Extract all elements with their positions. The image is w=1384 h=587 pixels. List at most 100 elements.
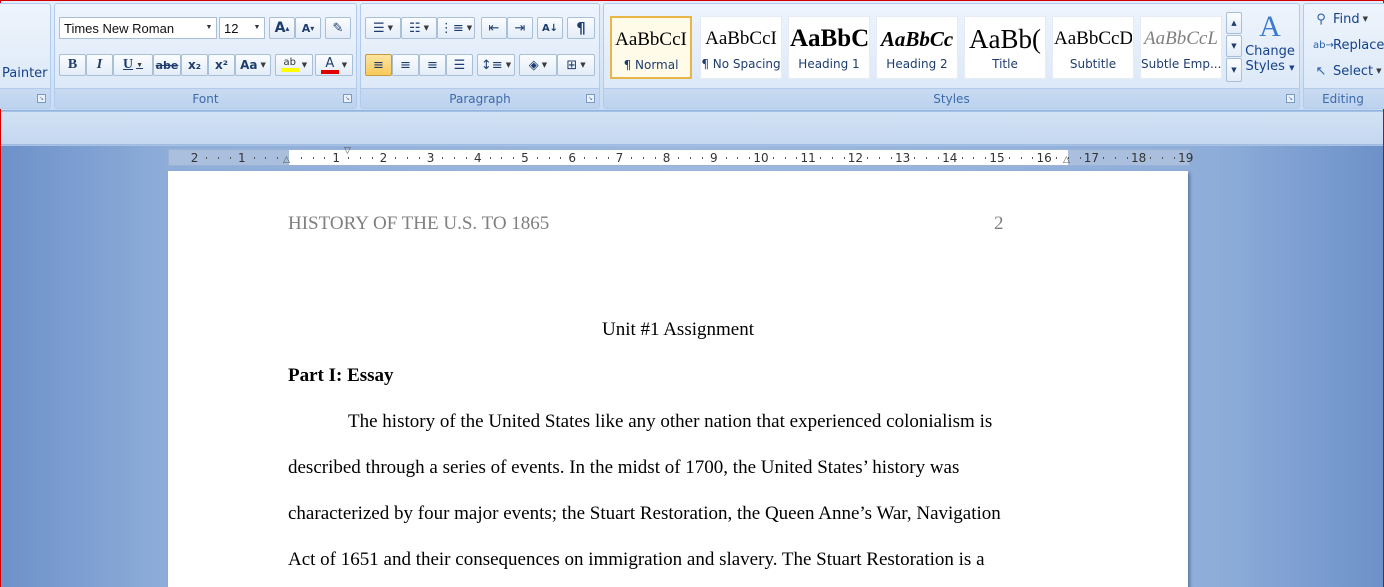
multilevel-list-icon: ⋮≡ [439,20,464,36]
ribbon-bottom-strip [1,112,1383,145]
ruler-tick [312,157,314,159]
font-size-combo[interactable]: 12 ▼ [219,17,265,39]
show-hide-marks-button[interactable]: ¶ [567,17,595,39]
justify-icon: ☰ [453,57,466,73]
font-group: Times New Roman ▼ 12 ▼ A ▴ A ▾ ✎ B I U ▼ ab… [54,3,357,109]
ruler-tick [218,157,220,159]
styles-scroll-down-button[interactable]: ▼ [1226,35,1242,57]
borders-button[interactable]: ⊞ ▼ [557,54,595,76]
change-case-button[interactable]: Aa ▼ [235,54,271,76]
bold-button[interactable]: B [59,54,86,76]
hanging-indent-marker-icon[interactable]: △ [283,156,290,165]
style-name: Title [992,57,1018,71]
ruler-tick [407,157,408,159]
change-styles-icon: A [1259,10,1281,43]
highlight-button[interactable]: ab ▼ [275,54,313,76]
shading-button[interactable]: ◈ ▼ [519,54,557,76]
paint-bucket-icon: ◈ [528,57,539,73]
chevron-down-icon[interactable]: ▼ [202,18,216,38]
strikethrough-icon: abe [155,58,179,72]
align-center-button[interactable]: ≡ [392,54,419,76]
bullets-button[interactable]: ☰ ▼ [365,17,401,39]
sort-button[interactable]: A↓ [537,17,563,39]
italic-icon: I [96,57,103,72]
right-indent-marker-icon[interactable]: △ [1063,156,1070,165]
highlight-color-swatch [280,68,299,72]
style-name: Subtitle [1069,57,1117,71]
ruler-tick [1079,157,1081,159]
ruler-tick [560,157,562,159]
underline-button[interactable]: U ▼ [113,54,153,76]
align-right-button[interactable]: ≡ [419,54,446,76]
style-name: Subtle Emp... [1141,57,1221,71]
first-line-indent-marker-icon[interactable]: ▽ [344,147,351,156]
style-normal[interactable]: AaBbCcI ¶ Normal [610,16,692,79]
style-heading-2[interactable]: AaBbCc Heading 2 [876,16,958,79]
line-spacing-button[interactable]: ↕≡ ▼ [477,54,515,76]
justify-button[interactable]: ☰ [446,54,473,76]
ruler-tick [654,157,656,159]
style-name: ¶ No Spacing [701,57,781,71]
chevron-down-icon[interactable]: ▼ [250,18,264,38]
font-dialog-launcher-icon[interactable]: ↘ [343,94,352,103]
document-page[interactable]: HISTORY OF THE U.S. TO 1865 2 Unit #1 As… [168,171,1188,587]
ruler-tick [595,157,597,159]
replace-label: Replace [1333,37,1384,53]
font-name-combo[interactable]: Times New Roman ▼ [59,17,217,39]
style-no-spacing[interactable]: AaBbCcI ¶ No Spacing [700,16,782,79]
ruler-tick [631,157,633,159]
styles-dialog-launcher-icon[interactable]: ↘ [1286,94,1295,103]
font-color-button[interactable]: A ▼ [315,54,353,76]
ruler-tick [1056,157,1057,159]
style-title[interactable]: AaBb( Title [964,16,1046,79]
find-button[interactable]: ⚲ Find ▼ [1313,9,1368,29]
strikethrough-button[interactable]: abe [153,54,181,76]
styles-scroll-up-button[interactable]: ▲ [1226,12,1242,34]
clipboard-dialog-launcher-icon[interactable]: ↘ [37,94,46,103]
horizontal-ruler[interactable]: ▽ △ △ 2 1 1 2 3 4 5 6 7 8 9 10 11 12 13 14 15 16 17 18 19 [168,147,1194,166]
pilcrow-icon: ¶ [576,19,586,37]
style-name: Heading 2 [886,57,948,71]
increase-indent-button[interactable]: ⇥ [507,17,533,39]
numbering-button[interactable]: ☷ ▼ [401,17,437,39]
line-spacing-icon: ↕≡ [480,57,503,73]
grow-font-button[interactable]: A ▴ [269,17,295,39]
ruler-tick [277,157,279,159]
cursor-arrow-icon: ↖ [1315,63,1327,79]
paragraph-dialog-launcher-icon[interactable]: ↘ [586,94,595,103]
select-button[interactable]: ↖ Select ▼ [1313,61,1382,81]
format-painter-button[interactable]: Painter [2,62,48,84]
styles-more-button[interactable]: ▼ [1226,58,1242,82]
subscript-button[interactable]: x₂ [181,54,208,76]
ruler-tick [784,157,786,159]
ruler-tick [985,157,987,159]
replace-button[interactable]: ab→ Replace [1313,35,1384,55]
ruler-tick [961,157,963,159]
superscript-button[interactable]: x² [208,54,235,76]
ruler-number: 19 [1178,151,1194,165]
align-left-icon: ≡ [373,57,384,73]
style-subtle-emphasis[interactable]: AaBbCcL Subtle Emp... [1140,16,1222,79]
ruler-tick [206,157,208,159]
paragraph-group: ☰ ▼ ☷ ▼ ⋮≡ ▼ ⇤ ⇥ A↓ ¶ ≡ ≡ ≡ ☰ ↕≡ ▼ ◈ ▼ ⊞… [360,3,600,109]
ruler-tick [418,157,420,159]
clear-formatting-button[interactable]: ✎ [325,17,351,39]
ruler-number: 1 [332,151,341,165]
grow-font-icon: A [274,20,286,36]
align-left-button[interactable]: ≡ [365,54,392,76]
ruler-tick [1162,157,1164,159]
shrink-font-button[interactable]: A ▾ [295,17,321,39]
page-number: 2 [994,213,1004,234]
style-subtitle[interactable]: AaBbCcD Subtitle [1052,16,1134,79]
italic-button[interactable]: I [86,54,113,76]
ruler-tick [690,157,692,159]
ruler-tick [548,157,550,159]
style-heading-1[interactable]: AaBbC Heading 1 [788,16,870,79]
ruler-tick [702,157,703,159]
ruler-tick [513,157,515,159]
decrease-indent-button[interactable]: ⇤ [481,17,507,39]
multilevel-list-button[interactable]: ⋮≡ ▼ [437,17,475,39]
ruler-number: 16 [1036,151,1052,165]
change-styles-button[interactable]: A Change Styles ▼ [1244,10,1296,88]
style-name: Heading 1 [798,57,860,71]
